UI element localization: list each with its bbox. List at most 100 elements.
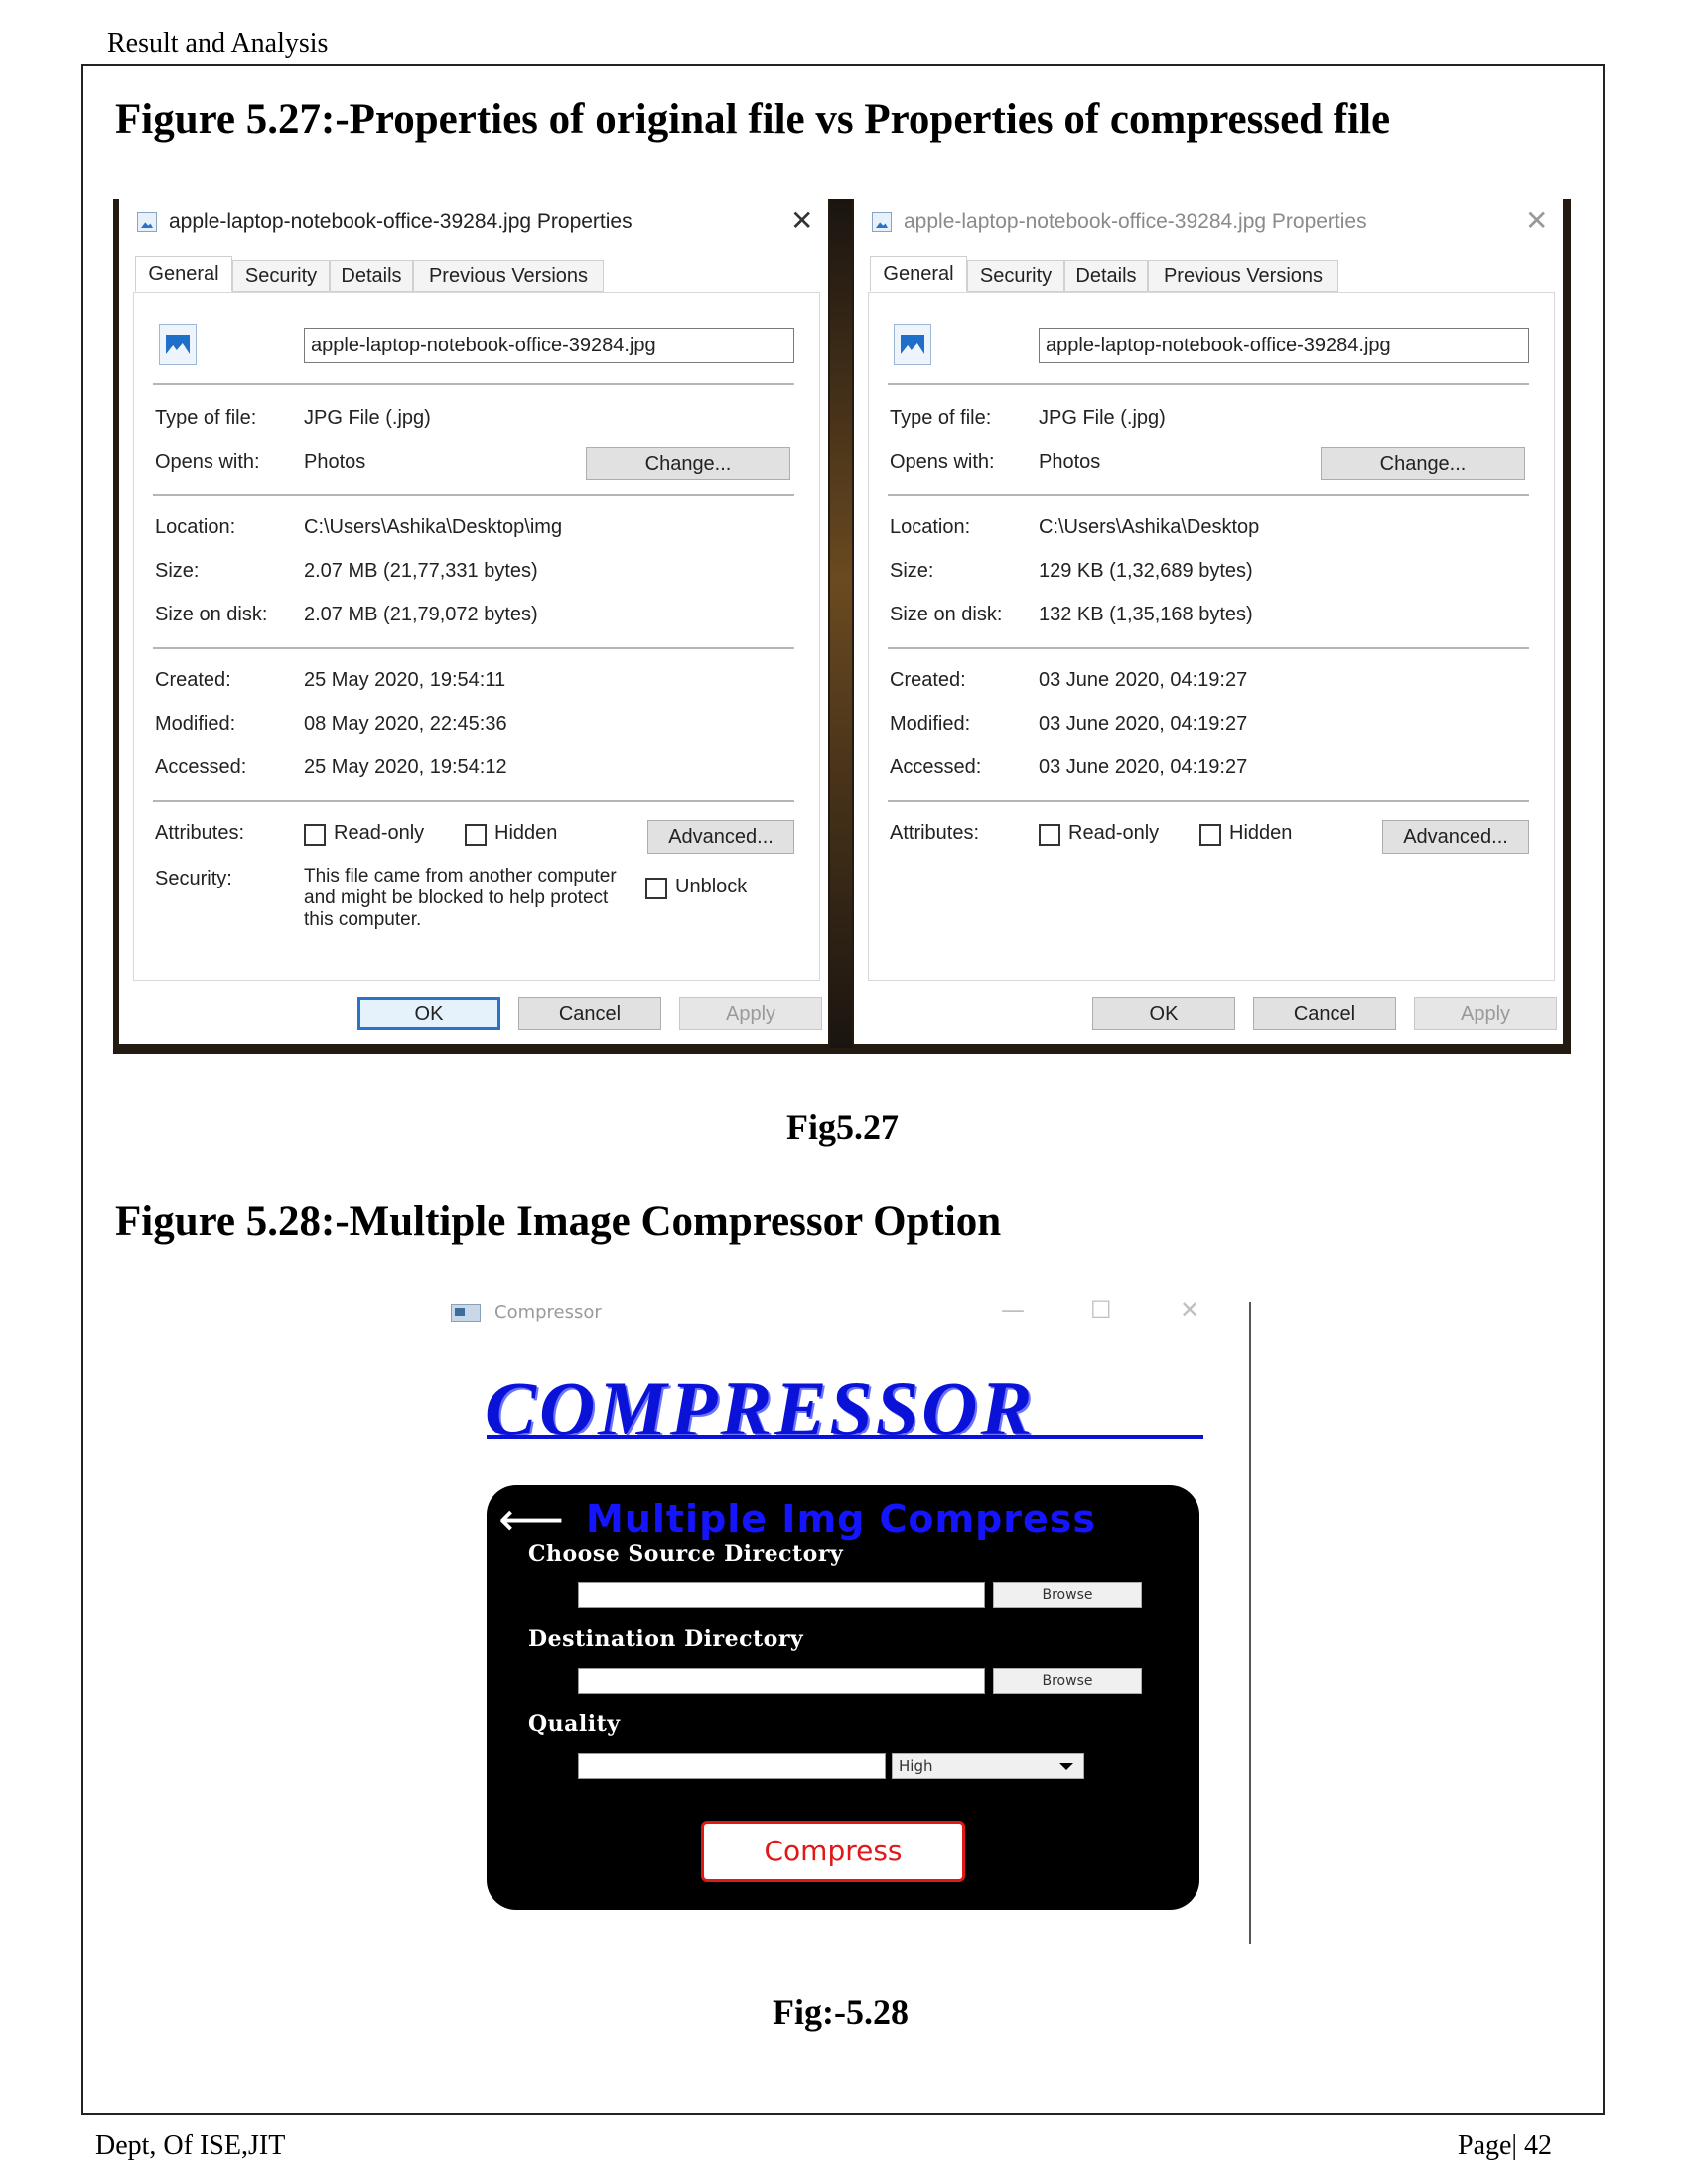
divider [888,647,1529,649]
close-icon[interactable]: ✕ [1180,1297,1199,1324]
tab-general[interactable]: General [135,256,232,292]
filename-field[interactable]: apple-laptop-notebook-office-39284.jpg [1039,328,1529,363]
quality-input[interactable] [578,1753,886,1779]
size-label: Size: [155,560,200,582]
image-file-icon [872,212,892,232]
modified-value: 03 June 2020, 04:19:27 [1039,713,1248,735]
size-on-disk-value: 2.07 MB (21,79,072 bytes) [304,604,538,625]
divider [153,383,794,385]
tab-details[interactable]: Details [330,260,413,292]
location-value: C:\Users\Ashika\Desktop\img [304,516,563,538]
unblock-label: Unblock [675,876,748,897]
unblock-checkbox[interactable] [645,878,667,899]
general-panel [868,292,1555,981]
tab-general[interactable]: General [870,256,967,292]
tab-details[interactable]: Details [1064,260,1148,292]
window-edge-line [1249,1302,1251,1944]
browse-source-button[interactable]: Browse [993,1582,1142,1608]
cancel-button[interactable]: Cancel [1253,997,1396,1030]
modified-label: Modified: [890,713,971,735]
opens-with-value: Photos [1039,451,1101,473]
accessed-value: 25 May 2020, 19:54:12 [304,756,507,778]
compressor-window: Compressor — ☐ ✕ COMPRESSOR ⟵ Multiple I… [445,1295,1247,1950]
close-icon[interactable]: ✕ [1525,205,1548,237]
tab-security[interactable]: Security [967,260,1064,292]
accessed-label: Accessed: [155,756,247,778]
ok-button[interactable]: OK [1092,997,1235,1030]
back-arrow-icon[interactable]: ⟵ [498,1496,564,1542]
source-directory-label: Choose Source Directory [528,1541,844,1567]
destination-directory-label: Destination Directory [528,1626,804,1652]
footer-page-number: Page| 42 [1458,2130,1553,2161]
page-header: Result and Analysis [107,28,329,59]
window-title: Compressor [494,1302,602,1323]
type-value: JPG File (.jpg) [1039,407,1166,429]
type-label: Type of file: [155,407,257,429]
compress-button[interactable]: Compress [701,1821,965,1882]
advanced-button[interactable]: Advanced... [647,820,794,854]
figure-5-28-title: Figure 5.28:-Multiple Image Compressor O… [115,1198,1002,1245]
size-value: 2.07 MB (21,77,331 bytes) [304,560,538,582]
read-only-checkbox[interactable] [1039,824,1060,846]
quality-select[interactable]: High [892,1753,1084,1779]
hidden-checkbox[interactable] [1199,824,1221,846]
close-icon[interactable]: ✕ [790,205,813,237]
app-window-icon [451,1304,481,1322]
tab-previous-versions[interactable]: Previous Versions [413,260,604,292]
type-value: JPG File (.jpg) [304,407,431,429]
multiple-compress-panel: ⟵ Multiple Img Compress Choose Source Di… [487,1485,1199,1910]
tab-previous-versions[interactable]: Previous Versions [1148,260,1338,292]
figure-5-28-caption: Fig:-5.28 [773,1992,909,2032]
hidden-label: Hidden [494,822,558,844]
figure-5-27-caption: Fig5.27 [786,1107,899,1147]
hidden-checkbox[interactable] [465,824,487,846]
apply-button[interactable]: Apply [679,997,822,1030]
tab-security[interactable]: Security [232,260,330,292]
size-label: Size: [890,560,934,582]
divider [888,383,1529,385]
security-warning-text: This file came from another computer and… [304,866,617,930]
change-button[interactable]: Change... [1321,447,1525,480]
advanced-button[interactable]: Advanced... [1382,820,1529,854]
maximize-icon[interactable]: ☐ [1090,1297,1112,1324]
created-value: 25 May 2020, 19:54:11 [304,669,506,691]
size-on-disk-value: 132 KB (1,35,168 bytes) [1039,604,1253,625]
created-label: Created: [890,669,966,691]
read-only-label: Read-only [334,822,425,844]
modified-label: Modified: [155,713,236,735]
cancel-button[interactable]: Cancel [518,997,661,1030]
modified-value: 08 May 2020, 22:45:36 [304,713,507,735]
filename-field[interactable]: apple-laptop-notebook-office-39284.jpg [304,328,794,363]
location-label: Location: [890,516,971,538]
quality-label: Quality [528,1711,621,1737]
location-value: C:\Users\Ashika\Desktop [1039,516,1260,538]
read-only-checkbox[interactable] [304,824,326,846]
size-on-disk-label: Size on disk: [155,604,268,625]
minimize-icon[interactable]: — [1001,1297,1025,1324]
desktop-background-strip [830,199,852,1048]
jpg-file-icon [894,324,931,365]
divider [153,800,794,802]
divider [153,494,794,496]
divider [888,800,1529,802]
quality-selected-value: High [899,1757,933,1775]
chevron-down-icon [1059,1763,1073,1770]
location-label: Location: [155,516,236,538]
size-value: 129 KB (1,32,689 bytes) [1039,560,1253,582]
apply-button[interactable]: Apply [1414,997,1557,1030]
source-directory-input[interactable] [578,1582,985,1608]
ok-button[interactable]: OK [357,997,500,1030]
change-button[interactable]: Change... [586,447,790,480]
opens-with-label: Opens with: [890,451,995,473]
panel-title: Multiple Img Compress [586,1497,1097,1541]
type-label: Type of file: [890,407,992,429]
created-label: Created: [155,669,231,691]
size-on-disk-label: Size on disk: [890,604,1003,625]
destination-directory-input[interactable] [578,1668,985,1694]
browse-destination-button[interactable]: Browse [993,1668,1142,1694]
security-label: Security: [155,868,232,889]
original-file-properties-dialog: apple-laptop-notebook-office-39284.jpg P… [119,199,828,1044]
attributes-label: Attributes: [890,822,980,844]
dialog-title: apple-laptop-notebook-office-39284.jpg P… [169,210,633,233]
opens-with-label: Opens with: [155,451,260,473]
